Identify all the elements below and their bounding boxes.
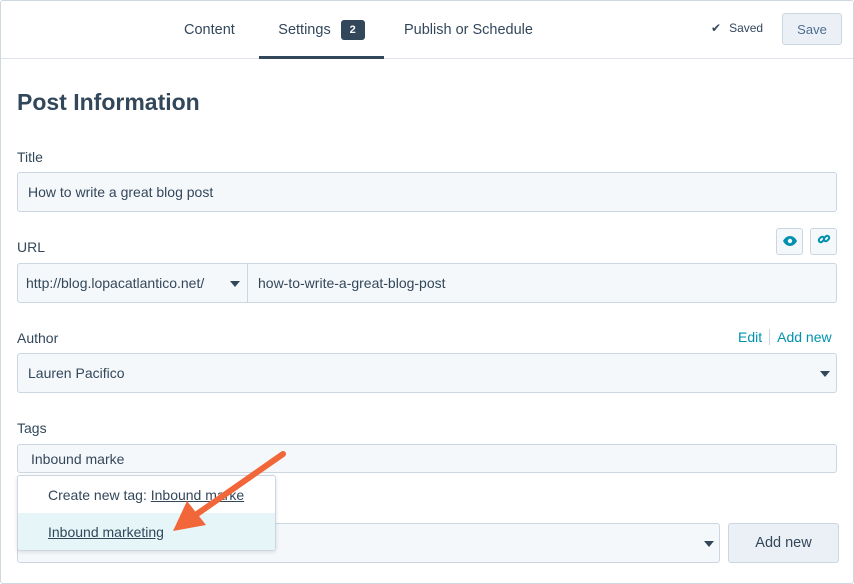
eye-icon <box>782 233 797 251</box>
saved-label: Saved <box>729 21 764 35</box>
preview-button[interactable] <box>776 228 803 255</box>
chevron-down-icon <box>704 541 714 547</box>
tab-publish-or-schedule[interactable]: Publish or Schedule <box>404 1 533 59</box>
tags-input[interactable]: Inbound marke <box>17 444 837 473</box>
title-input[interactable]: How to write a great blog post <box>17 172 837 212</box>
url-slug-input[interactable]: how-to-write-a-great-blog-post <box>247 263 837 303</box>
editor-window: Content Settings 2 Publish or Schedule ✔… <box>0 0 854 584</box>
tab-settings[interactable]: Settings 2 <box>259 1 384 59</box>
tags-label: Tags <box>17 420 47 436</box>
author-select-value: Lauren Pacifico <box>28 365 125 381</box>
checkmark-icon: ✔ <box>711 21 722 35</box>
save-button[interactable]: Save <box>782 13 842 45</box>
tab-content[interactable]: Content <box>184 1 235 59</box>
tab-publish-label: Publish or Schedule <box>404 22 533 38</box>
chevron-down-icon <box>820 371 830 377</box>
tag-suggestion-option[interactable]: Inbound marketing <box>18 513 275 550</box>
page-title: Post Information <box>17 89 200 115</box>
url-domain-select[interactable]: http://blog.lopacatlantico.net/ <box>17 263 248 303</box>
title-label: Title <box>17 149 43 165</box>
url-domain-value: http://blog.lopacatlantico.net/ <box>26 275 205 291</box>
chevron-down-icon <box>230 281 240 287</box>
create-tag-prefix: Create new tag: <box>48 486 151 503</box>
tag-suggestion-label: Inbound marketing <box>48 523 164 540</box>
author-select[interactable]: Lauren Pacifico <box>17 353 837 393</box>
top-nav: Content Settings 2 Publish or Schedule ✔… <box>1 1 853 59</box>
link-icon <box>817 232 831 251</box>
url-slug-value: how-to-write-a-great-blog-post <box>258 275 446 291</box>
author-add-new-link[interactable]: Add new <box>777 329 831 345</box>
author-edit-link[interactable]: Edit <box>738 329 762 345</box>
tab-content-label: Content <box>184 22 235 38</box>
copy-link-button[interactable] <box>810 228 837 255</box>
tag-suggestions-dropdown: Create new tag: Inbound marke Inbound ma… <box>17 475 276 551</box>
tags-input-value: Inbound marke <box>31 450 125 467</box>
divider <box>769 329 771 345</box>
url-label: URL <box>17 239 46 255</box>
title-input-value: How to write a great blog post <box>28 184 214 200</box>
author-label: Author <box>17 330 59 346</box>
settings-count-badge: 2 <box>340 20 365 40</box>
add-new-button[interactable]: Add new <box>728 523 839 563</box>
create-tag-value: Inbound marke <box>150 486 245 503</box>
saved-status: ✔ Saved <box>711 21 763 35</box>
author-actions: Edit Add new <box>738 329 832 345</box>
tab-settings-label: Settings <box>278 22 331 38</box>
create-new-tag-option[interactable]: Create new tag: Inbound marke <box>18 476 275 513</box>
